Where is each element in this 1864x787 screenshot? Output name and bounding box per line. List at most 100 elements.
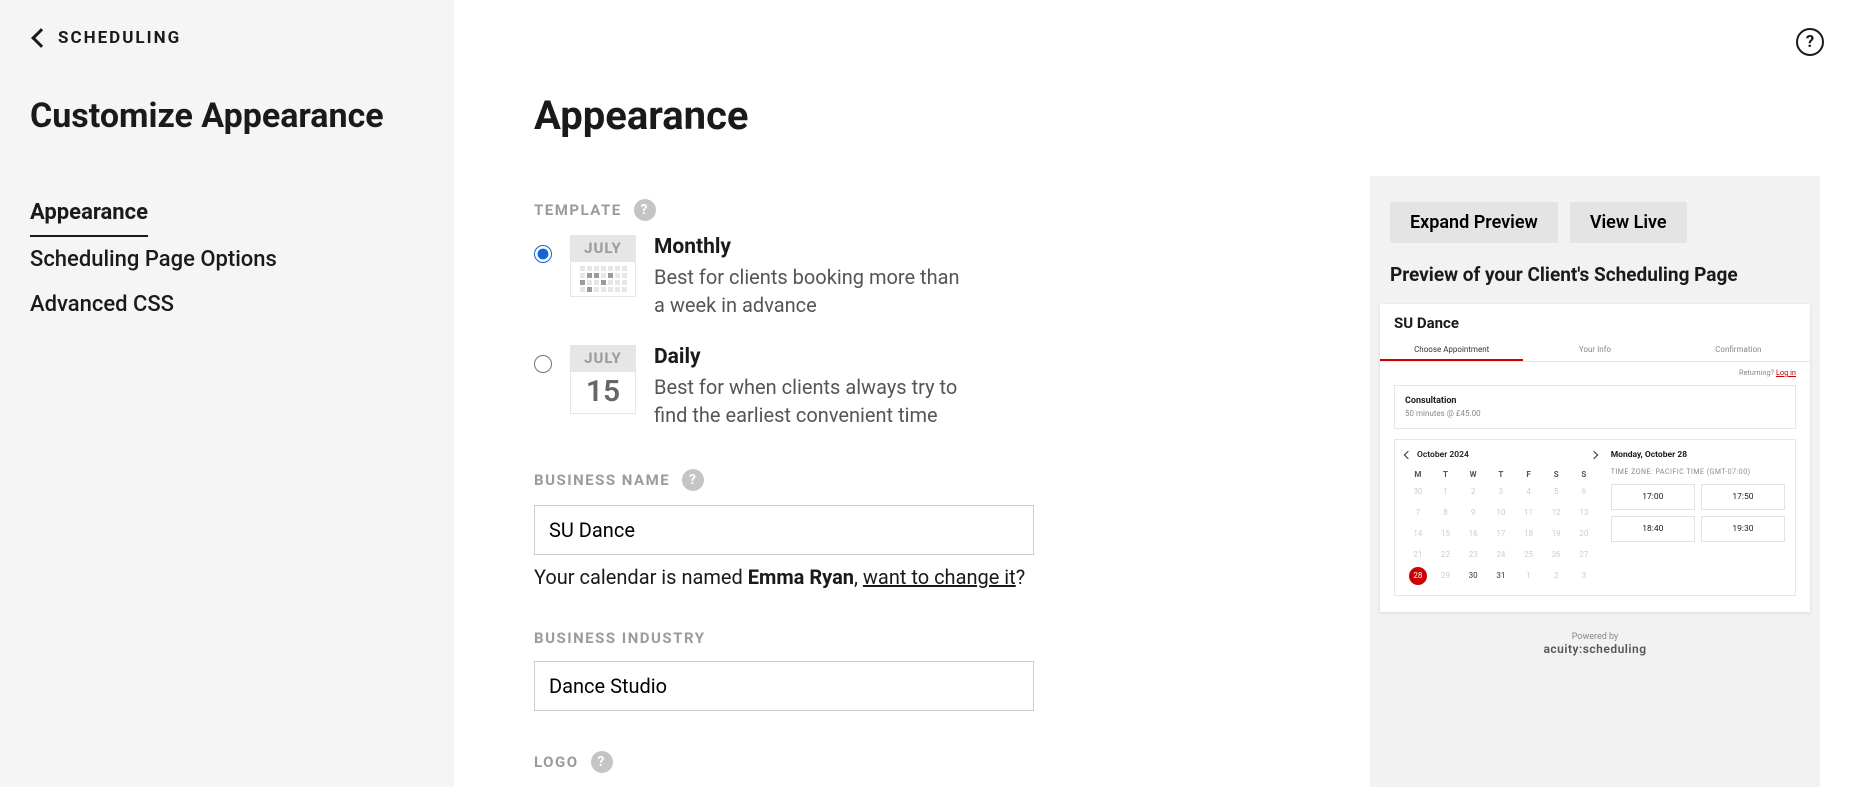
calendar-day: 7 — [1405, 504, 1431, 521]
calendar-day: 11 — [1516, 504, 1542, 521]
calendar-day: 2 — [1543, 567, 1569, 585]
business-industry-label: BUSINESS INDUSTRY — [534, 629, 1274, 647]
template-day-icon: JULY 15 — [570, 345, 636, 414]
preview-biz-name: SU Dance — [1380, 304, 1810, 340]
calendar-grid: MTWTFSS301234567891011121314151617181920… — [1405, 470, 1597, 585]
template-option-monthly[interactable]: JULY Monthly Best for clients booking mo… — [534, 235, 1274, 319]
calendar-day: 8 — [1433, 504, 1459, 521]
template-radio-daily[interactable] — [534, 355, 552, 373]
calendar-day: 21 — [1405, 546, 1431, 563]
logo-field: LOGO ? — [534, 751, 1274, 773]
calendar-day: 6 — [1571, 483, 1597, 500]
preview-tab-info: Your Info — [1523, 340, 1666, 361]
calendar-day: 1 — [1516, 567, 1542, 585]
template-help-icon[interactable]: ? — [634, 199, 656, 221]
business-name-help-icon[interactable]: ? — [682, 469, 704, 491]
sidebar: SCHEDULING Customize Appearance Appearan… — [0, 0, 454, 787]
preview-login-link: Log in — [1776, 368, 1796, 377]
calendar-day: 5 — [1543, 483, 1569, 500]
weekday-header: T — [1488, 470, 1514, 479]
nav-item-advanced-css[interactable]: Advanced CSS — [30, 282, 424, 327]
calendar-day: 3 — [1571, 567, 1597, 585]
calendar-day: 17 — [1488, 525, 1514, 542]
weekday-header: S — [1571, 470, 1597, 479]
timezone-label: Time zone: Pacific Time (GMT-07:00) — [1611, 468, 1785, 476]
calendar-day: 24 — [1488, 546, 1514, 563]
powered-by: Powered by acuity:scheduling — [1380, 632, 1810, 656]
help-icon: ? — [1806, 32, 1814, 52]
preview-tab-confirm: Confirmation — [1667, 340, 1810, 361]
preview-panel: Expand Preview View Live Preview of your… — [1370, 176, 1820, 787]
preview-calendar-box: October 2024 MTWTFSS30123456789101112131… — [1394, 439, 1796, 596]
sidebar-title: Customize Appearance — [30, 96, 424, 136]
calendar-day: 29 — [1433, 567, 1459, 585]
business-industry-input[interactable] — [534, 661, 1034, 711]
calendar-day: 2 — [1460, 483, 1486, 500]
view-live-button[interactable]: View Live — [1570, 202, 1687, 243]
business-name-label: BUSINESS NAME ? — [534, 469, 1274, 491]
template-label: TEMPLATE ? — [534, 199, 1274, 221]
page-title: Appearance — [534, 92, 1274, 139]
expand-preview-button[interactable]: Expand Preview — [1390, 202, 1558, 243]
calendar-day: 30 — [1405, 483, 1431, 500]
form-column: Appearance TEMPLATE ? JULY Monthly Best … — [454, 28, 1354, 787]
time-slot: 18:40 — [1611, 516, 1695, 542]
nav-item-scheduling-page-options[interactable]: Scheduling Page Options — [30, 237, 424, 282]
time-slot: 17:50 — [1701, 484, 1785, 510]
preview-appointment-box: Consultation 50 minutes @ £45.00 — [1394, 385, 1796, 429]
calendar-day: 13 — [1571, 504, 1597, 521]
template-daily-desc: Best for when clients always try to find… — [654, 373, 974, 429]
main: ? Appearance TEMPLATE ? JULY Monthly Bes… — [454, 0, 1864, 787]
prev-month-icon — [1404, 451, 1412, 459]
preview-tab-choose: Choose Appointment — [1380, 340, 1523, 361]
weekday-header: W — [1460, 470, 1486, 479]
calendar-day: 20 — [1571, 525, 1597, 542]
time-slot: 17:00 — [1611, 484, 1695, 510]
business-name-field: BUSINESS NAME ? Your calendar is named E… — [534, 469, 1274, 589]
calendar-day: 27 — [1571, 546, 1597, 563]
back-scheduling-link[interactable]: SCHEDULING — [30, 28, 424, 48]
business-industry-field: BUSINESS INDUSTRY — [534, 629, 1274, 711]
template-month-icon: JULY — [570, 235, 636, 297]
business-name-input[interactable] — [534, 505, 1034, 555]
help-button[interactable]: ? — [1796, 28, 1824, 56]
template-daily-name: Daily — [654, 345, 1274, 369]
back-label: SCHEDULING — [58, 28, 181, 48]
nav-item-appearance[interactable]: Appearance — [30, 190, 148, 237]
calendar-day: 9 — [1460, 504, 1486, 521]
calendar-day: 19 — [1543, 525, 1569, 542]
calendar-day: 3 — [1488, 483, 1514, 500]
preview-login: Returning? Log in — [1394, 368, 1796, 377]
calendar-day: 15 — [1433, 525, 1459, 542]
preview-card: SU Dance Choose Appointment Your Info Co… — [1380, 304, 1810, 612]
calendar-day: 4 — [1516, 483, 1542, 500]
calendar-day: 25 — [1516, 546, 1542, 563]
calendar-day: 28 — [1409, 567, 1427, 585]
calendar-day: 12 — [1543, 504, 1569, 521]
template-monthly-name: Monthly — [654, 235, 1274, 259]
business-name-helper: Your calendar is named Emma Ryan, want t… — [534, 565, 1274, 589]
calendar-day: 18 — [1516, 525, 1542, 542]
calendar-day: 26 — [1543, 546, 1569, 563]
template-radio-monthly[interactable] — [534, 245, 552, 263]
change-calendar-name-link[interactable]: want to change it — [863, 565, 1016, 589]
weekday-header: T — [1433, 470, 1459, 479]
chevron-left-icon — [31, 28, 51, 48]
template-option-daily[interactable]: JULY 15 Daily Best for when clients alwa… — [534, 345, 1274, 429]
logo-help-icon[interactable]: ? — [591, 751, 613, 773]
calendar-month: October 2024 — [1417, 450, 1469, 460]
sidebar-nav: Appearance Scheduling Page Options Advan… — [30, 190, 424, 327]
preview-actions: Expand Preview View Live — [1380, 202, 1810, 243]
weekday-header: M — [1405, 470, 1431, 479]
preview-title: Preview of your Client's Scheduling Page — [1380, 263, 1810, 286]
time-slots: 17:0017:5018:4019:30 — [1611, 484, 1785, 542]
calendar-day: 22 — [1433, 546, 1459, 563]
selected-date-title: Monday, October 28 — [1611, 450, 1785, 460]
calendar-day: 1 — [1433, 483, 1459, 500]
calendar-day: 16 — [1460, 525, 1486, 542]
weekday-header: F — [1516, 470, 1542, 479]
next-month-icon — [1589, 451, 1597, 459]
weekday-header: S — [1543, 470, 1569, 479]
preview-tabs: Choose Appointment Your Info Confirmatio… — [1380, 340, 1810, 362]
template-monthly-desc: Best for clients booking more than a wee… — [654, 263, 974, 319]
